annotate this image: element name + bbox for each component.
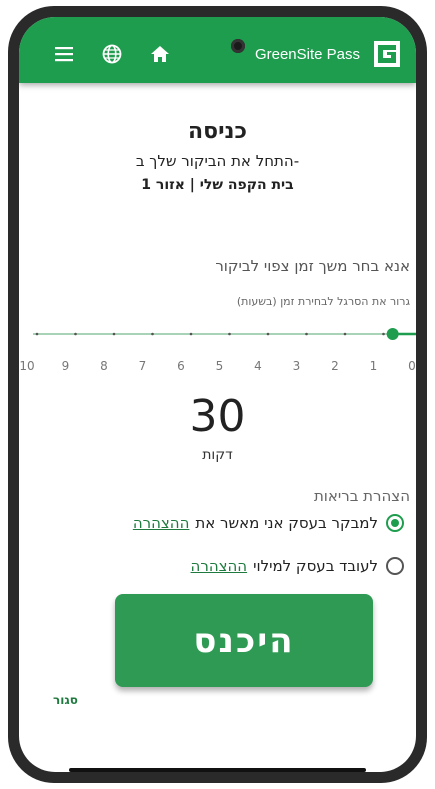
- slider-scale: 10 9 8 7 6 5 4 3 2 1 0: [19, 359, 416, 379]
- scale-label: 7: [138, 359, 147, 373]
- scale-label: 1: [369, 359, 378, 373]
- scale-label: 3: [292, 359, 301, 373]
- slider-tick: [266, 332, 270, 336]
- worker-declaration-link[interactable]: ההצהרה: [191, 557, 248, 575]
- close-link[interactable]: סגור: [53, 693, 78, 707]
- phone-frame: GreenSite Pass כניסה התחל את הביקור שלך …: [8, 6, 427, 783]
- location-name: בית הקפה שלי | אזור 1: [141, 177, 294, 193]
- scale-label: 2: [331, 359, 339, 373]
- duration-question: אנא בחר משך זמן צפוי לביקור: [215, 257, 410, 275]
- logo-icon: [374, 41, 400, 67]
- slider-thumb[interactable]: [386, 328, 399, 340]
- worker-declaration-label: לעובד בעסק למילוי: [253, 557, 378, 575]
- worker-radio[interactable]: [386, 557, 404, 575]
- slider-tick: [343, 332, 347, 336]
- slider-tick: [35, 332, 39, 336]
- duration-question-text: בחר משך זמן צפוי לביקור: [215, 257, 380, 275]
- slider-tick: [189, 332, 193, 336]
- visitor-declaration-option[interactable]: למבקר בעסק אני מאשר את ההצהרה: [133, 514, 404, 532]
- slider-tick: [74, 332, 77, 336]
- scale-label: 6: [177, 359, 185, 373]
- brand-name: GreenSite Pass: [254, 46, 360, 63]
- visitor-declaration-label: למבקר בעסק אני מאשר את: [195, 514, 378, 532]
- globe-icon[interactable]: [101, 43, 123, 65]
- duration-value: 30: [189, 391, 246, 442]
- menu-icon[interactable]: [53, 43, 75, 65]
- duration-unit: דקות: [202, 447, 233, 463]
- health-declaration-title: הצהרת בריאות: [313, 487, 410, 505]
- front-camera: [231, 39, 245, 53]
- scale-label: 5: [215, 359, 224, 373]
- duration-question-prefix: אנא: [383, 257, 410, 275]
- home-icon[interactable]: [149, 43, 171, 65]
- slider-tick: [151, 332, 154, 336]
- duration-slider[interactable]: [19, 321, 416, 347]
- slider-tick: [228, 332, 231, 336]
- page-subtitle: התחל את הביקור שלך ב-: [135, 152, 300, 170]
- visitor-declaration-link[interactable]: ההצהרה: [133, 514, 190, 532]
- page-title: כניסה: [188, 119, 247, 144]
- app-screen: GreenSite Pass כניסה התחל את הביקור שלך …: [19, 17, 416, 772]
- scale-label: 4: [254, 359, 262, 373]
- worker-declaration-option[interactable]: לעובד בעסק למילוי ההצהרה: [191, 557, 404, 575]
- bottom-bezel-bar: [69, 768, 366, 772]
- slider-hint: גרור את הסרגל לבחירת זמן (בשעות): [236, 295, 410, 308]
- enter-button[interactable]: היכנס: [115, 594, 373, 687]
- scale-label: 10: [19, 359, 35, 373]
- slider-tick: [305, 332, 308, 336]
- slider-tick: [382, 332, 385, 336]
- slider-tick: [112, 332, 116, 336]
- scale-label: 9: [61, 359, 70, 373]
- scale-label: 0: [408, 359, 416, 373]
- scale-label: 8: [100, 359, 108, 373]
- visitor-radio[interactable]: [386, 514, 404, 532]
- app-bar: GreenSite Pass: [19, 17, 416, 83]
